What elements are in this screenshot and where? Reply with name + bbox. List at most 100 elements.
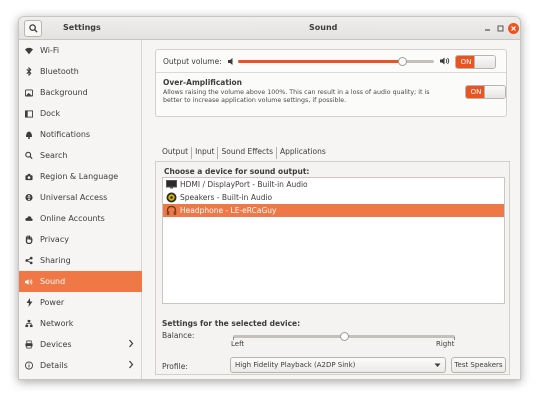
sidebar-item-label: Power	[40, 298, 65, 307]
device-row-headphone[interactable]: Headphone - LE-eRCaGuy	[163, 204, 504, 217]
sidebar-item-label: Dock	[40, 109, 61, 118]
title-bar: Settings Sound	[19, 17, 520, 40]
sidebar-item-label: Sharing	[40, 256, 71, 265]
wifi-icon	[25, 47, 33, 55]
search-icon	[25, 151, 33, 160]
switch-on-label: ON	[456, 56, 476, 68]
page-title: Sound	[309, 23, 338, 32]
sidebar-item-label: Details	[40, 361, 68, 370]
power-icon	[25, 298, 33, 307]
tab-sound-effects[interactable]: Sound Effects	[218, 147, 277, 159]
tab-input[interactable]: Input	[192, 147, 219, 159]
switch-knob	[474, 56, 495, 68]
sidebar-item-wifi[interactable]: Wi-Fi	[19, 40, 142, 61]
sidebar-item-label: Wi-Fi	[40, 46, 60, 55]
balance-right-label: Right	[436, 340, 455, 348]
sound-panel: Output volume: ON Over-Amplification All…	[143, 40, 520, 379]
volume-settings-box: Output volume: ON Over-Amplification All…	[155, 49, 507, 117]
balance-left-label: Left	[231, 340, 245, 348]
profile-value: High Fidelity Playback (A2DP Sink)	[235, 361, 356, 369]
sidebar-item-label: Devices	[40, 340, 72, 349]
output-volume-handle[interactable]	[398, 57, 408, 66]
bluetooth-icon	[25, 67, 33, 76]
sidebar-item-label: Universal Access	[40, 193, 108, 202]
accessibility-icon	[25, 193, 33, 202]
background-icon	[25, 88, 33, 97]
over-amplification-title: Over-Amplification	[163, 78, 243, 87]
balance-handle[interactable]	[339, 332, 349, 341]
network-icon	[25, 319, 33, 328]
info-icon	[25, 361, 33, 370]
output-volume-label: Output volume:	[163, 57, 222, 66]
maximize-button[interactable]	[495, 23, 506, 34]
sidebar-item-sound[interactable]: Sound	[19, 271, 142, 292]
sidebar-item-label: Search	[40, 151, 68, 160]
cloud-icon	[25, 215, 33, 223]
test-speakers-button[interactable]: Test Speakers	[451, 357, 506, 373]
sidebar-item-label: Network	[40, 319, 74, 328]
sidebar-item-bluetooth[interactable]: Bluetooth	[19, 61, 142, 82]
sidebar-item-sharing[interactable]: Sharing	[19, 250, 142, 271]
sidebar-item-label: Sound	[40, 277, 66, 286]
sidebar-item-label: Online Accounts	[40, 214, 105, 223]
sidebar-item-label: Notifications	[40, 130, 91, 139]
search-icon	[28, 24, 38, 33]
over-amplification-description: Allows raising the volume above 100%. Th…	[163, 89, 430, 104]
sidebar-item-network[interactable]: Network	[19, 313, 142, 334]
speaker-muted-icon	[228, 58, 233, 65]
chevron-right-icon	[129, 360, 134, 369]
output-volume-switch[interactable]: ON	[455, 55, 496, 69]
device-settings-label: Settings for the selected device:	[162, 319, 301, 328]
device-row-hdmi[interactable]: HDMI / DisplayPort - Built-in Audio	[163, 178, 504, 191]
sidebar-item-label: Region & Language	[40, 172, 119, 181]
sidebar-item-privacy[interactable]: Privacy	[19, 229, 142, 250]
camera-icon	[25, 173, 33, 181]
hand-icon	[25, 235, 33, 244]
printer-icon	[25, 340, 33, 349]
sidebar-item-background[interactable]: Background	[19, 82, 142, 103]
share-icon	[25, 256, 33, 265]
dock-icon	[25, 109, 33, 118]
sidebar-item-universal-access[interactable]: Universal Access	[19, 187, 142, 208]
close-button[interactable]	[508, 23, 519, 34]
settings-window: Settings Sound Wi-Fi Bluetooth Backgroun…	[18, 16, 521, 380]
sidebar-item-details[interactable]: Details	[19, 355, 142, 376]
sidebar-item-notifications[interactable]: Notifications	[19, 124, 142, 145]
search-button[interactable]	[24, 20, 42, 37]
sidebar-item-devices[interactable]: Devices	[19, 334, 142, 355]
sidebar-item-label: Bluetooth	[40, 67, 79, 76]
choose-device-label: Choose a device for sound output:	[164, 167, 310, 176]
divider	[156, 72, 506, 73]
sidebar-item-dock[interactable]: Dock	[19, 103, 142, 124]
sidebar-item-power[interactable]: Power	[19, 292, 142, 313]
headphone-icon	[166, 205, 177, 216]
close-icon	[511, 26, 516, 31]
monitor-icon	[166, 179, 177, 190]
speaker-loud-icon	[440, 57, 450, 65]
maximize-icon	[497, 25, 504, 32]
sidebar-item-label: Privacy	[40, 235, 69, 244]
switch-knob	[484, 86, 505, 98]
device-label: Headphone - LE-eRCaGuy	[180, 206, 277, 215]
profile-dropdown[interactable]: High Fidelity Playback (A2DP Sink)	[230, 357, 446, 373]
chevron-right-icon	[129, 339, 134, 348]
bell-icon	[25, 131, 33, 139]
sidebar-item-search[interactable]: Search	[19, 145, 142, 166]
tab-output[interactable]: Output	[159, 147, 193, 159]
profile-label: Profile:	[162, 362, 188, 371]
sidebar-item-online-accounts[interactable]: Online Accounts	[19, 208, 142, 229]
over-amplification-switch[interactable]: ON	[465, 85, 506, 99]
device-label: HDMI / DisplayPort - Built-in Audio	[180, 180, 308, 189]
output-device-list: HDMI / DisplayPort - Built-in Audio Spea…	[162, 177, 505, 304]
sound-tabs: Output Input Sound Effects Applications	[159, 147, 329, 159]
sidebar-item-region-language[interactable]: Region & Language	[19, 166, 142, 187]
tab-applications[interactable]: Applications	[277, 147, 329, 159]
app-title: Settings	[63, 23, 101, 32]
device-row-speakers[interactable]: Speakers - Built-in Audio	[163, 191, 504, 204]
device-label: Speakers - Built-in Audio	[180, 193, 273, 202]
balance-label: Balance:	[162, 331, 195, 340]
speaker-device-icon	[166, 192, 177, 203]
output-volume-fill	[238, 60, 403, 63]
minimize-button[interactable]	[482, 23, 493, 34]
sidebar-item-label: Background	[40, 88, 88, 97]
